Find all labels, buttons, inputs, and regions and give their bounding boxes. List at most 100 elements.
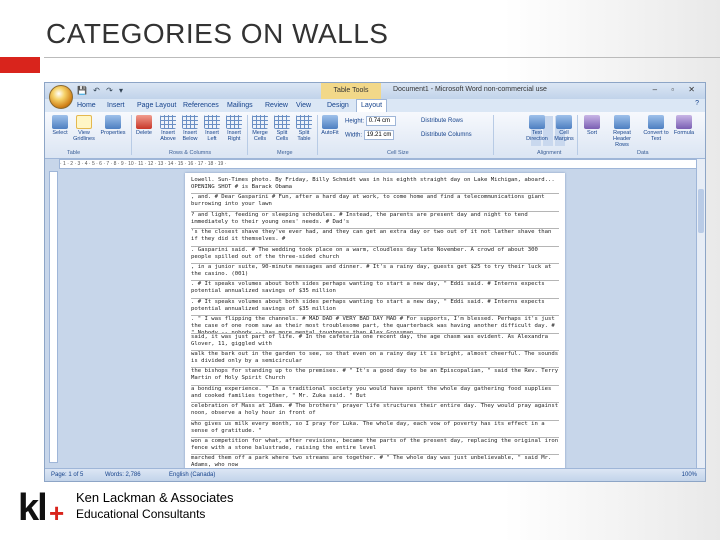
gridlines-icon xyxy=(76,115,92,129)
text-direction-icon xyxy=(529,115,545,129)
properties-icon xyxy=(105,115,121,129)
table-row[interactable]: 's the closest shave they've ever had, a… xyxy=(191,229,559,247)
split-cells-icon xyxy=(274,115,290,129)
table-row[interactable]: . # It speaks volumes about both sides p… xyxy=(191,299,559,317)
merge-cells-icon xyxy=(252,115,268,129)
company-tagline: Educational Consultants xyxy=(76,507,206,521)
window-controls[interactable]: ‒ ▫ ✕ xyxy=(653,85,701,94)
column-width-input[interactable]: 19.21 cm xyxy=(363,130,394,140)
zoom-level[interactable]: 100% xyxy=(682,469,697,481)
insert-right-icon xyxy=(226,115,242,129)
distribute-columns-button[interactable]: Distribute Columns xyxy=(421,132,472,138)
convert-to-text-button[interactable]: Convert to Text xyxy=(641,115,671,142)
table-tools-context-tab: Table Tools xyxy=(321,83,381,99)
status-bar: Page: 1 of 5 Words: 2,786 English (Canad… xyxy=(45,468,705,481)
formula-button[interactable]: Formula xyxy=(673,115,695,136)
merge-cells-button[interactable]: Merge Cells xyxy=(249,115,271,142)
cell-margins-button[interactable]: Cell Margins xyxy=(553,115,575,142)
convert-text-icon xyxy=(648,115,664,129)
group-label-merge: Merge xyxy=(277,150,293,156)
repeat-header-rows-button[interactable]: Repeat Header Rows xyxy=(607,115,637,148)
autofit-icon xyxy=(322,115,338,129)
tab-page-layout[interactable]: Page Layout xyxy=(137,100,176,112)
insert-below-icon xyxy=(182,115,198,129)
language-indicator[interactable]: English (Canada) xyxy=(169,469,215,481)
delete-button[interactable]: Delete xyxy=(133,115,155,136)
split-table-icon xyxy=(296,115,312,129)
table-row[interactable]: won a competition for what, after revisi… xyxy=(191,438,559,456)
table-row[interactable]: ? and light, feeding or sleeping schedul… xyxy=(191,212,559,230)
split-table-button[interactable]: Split Table xyxy=(293,115,315,142)
sort-icon xyxy=(584,115,600,129)
properties-button[interactable]: Properties xyxy=(99,115,127,136)
table-row[interactable]: . # It speaks volumes about both sides p… xyxy=(191,281,559,299)
group-label-data: Data xyxy=(637,150,649,156)
title-accent-bar xyxy=(0,57,40,73)
word-count[interactable]: Words: 2,786 xyxy=(105,469,141,481)
group-label-rows-columns: Rows & Columns xyxy=(169,150,212,156)
tab-references[interactable]: References xyxy=(183,100,219,112)
group-separator xyxy=(131,115,132,155)
ribbon-tabs: Home Insert Page Layout References Maili… xyxy=(45,99,705,113)
title-rule xyxy=(44,57,720,58)
tab-mailings[interactable]: Mailings xyxy=(227,100,253,112)
row-height-input[interactable]: 0.74 cm xyxy=(365,116,396,126)
table-row[interactable]: . " I was flipping the channels. # MAD D… xyxy=(191,316,559,334)
table-row[interactable]: Lowell. Sun-Times photo. By Friday, Bill… xyxy=(191,177,559,195)
table-row[interactable]: . Gasparini said. # The wedding took pla… xyxy=(191,247,559,264)
title-bar: 💾 ↶ ↷ ▾ Table Tools Document1 - Microsof… xyxy=(45,83,705,109)
group-separator xyxy=(317,115,318,155)
tab-home[interactable]: Home xyxy=(77,100,96,112)
group-label-table: Table xyxy=(67,150,81,156)
distribute-rows-button[interactable]: Distribute Rows xyxy=(421,118,463,124)
tab-design[interactable]: Design xyxy=(327,100,349,112)
sort-button[interactable]: Sort xyxy=(581,115,603,136)
group-separator xyxy=(577,115,578,155)
insert-below-button[interactable]: Insert Below xyxy=(179,115,201,142)
select-icon xyxy=(52,115,68,129)
slide-title: CATEGORIES ON WALLS xyxy=(46,18,389,49)
table-row[interactable]: the bishops for standing up to the premi… xyxy=(191,368,559,386)
insert-above-button[interactable]: Insert Above xyxy=(157,115,179,142)
tab-layout[interactable]: Layout xyxy=(356,99,388,113)
tab-review[interactable]: Review xyxy=(265,100,288,112)
ribbon: Select View Gridlines Properties Delete … xyxy=(45,112,705,159)
table-row[interactable]: , in a junior suite, 90-minute messages … xyxy=(191,264,559,282)
vertical-scrollbar[interactable] xyxy=(696,159,705,471)
text-direction-button[interactable]: Text Direction xyxy=(523,115,551,142)
quick-access-toolbar[interactable]: 💾 ↶ ↷ ▾ xyxy=(77,86,125,95)
logo-plus-mark: + xyxy=(49,498,65,528)
view-gridlines-button[interactable]: View Gridlines xyxy=(73,115,95,142)
insert-right-button[interactable]: Insert Right xyxy=(223,115,245,142)
company-name: Ken Lackman & Associates xyxy=(76,490,234,505)
group-label-alignment: Alignment xyxy=(537,150,562,156)
split-cells-button[interactable]: Split Cells xyxy=(271,115,293,142)
insert-left-button[interactable]: Insert Left xyxy=(201,115,223,142)
table-row[interactable]: celebration of Mass at 10am. # The broth… xyxy=(191,403,559,421)
table-row[interactable]: walk the bark out in the garden to see, … xyxy=(191,351,559,369)
insert-above-icon xyxy=(160,115,176,129)
group-separator xyxy=(493,115,494,155)
column-width-field[interactable]: Width: 19.21 cm xyxy=(345,130,394,140)
formula-icon xyxy=(676,115,692,129)
table-row[interactable]: a bonding experience. " In a traditional… xyxy=(191,386,559,404)
tab-insert[interactable]: Insert xyxy=(107,100,125,112)
company-logo: kl xyxy=(18,487,48,529)
autofit-button[interactable]: AutoFit xyxy=(319,115,341,136)
table-row[interactable]: said, it was just part of life. # In the… xyxy=(191,334,559,351)
table-row[interactable]: , and. # Dear Gasparini # Fun, after a h… xyxy=(191,194,559,212)
help-icon[interactable]: ? xyxy=(695,100,699,107)
delete-icon xyxy=(136,115,152,129)
table-row[interactable]: who gives us milk every month, so I pray… xyxy=(191,421,559,438)
group-separator xyxy=(247,115,248,155)
document-page[interactable]: Lowell. Sun-Times photo. By Friday, Bill… xyxy=(185,173,565,471)
office-button[interactable] xyxy=(49,85,73,109)
insert-left-icon xyxy=(204,115,220,129)
row-height-field[interactable]: Height: 0.74 cm xyxy=(345,116,396,126)
vertical-ruler[interactable] xyxy=(49,171,58,463)
horizontal-ruler[interactable]: · 1 · 2 · 3 · 4 · 5 · 6 · 7 · 8 · 9 · 10… xyxy=(59,159,697,169)
page-count[interactable]: Page: 1 of 5 xyxy=(51,469,83,481)
tab-view[interactable]: View xyxy=(296,100,311,112)
select-button[interactable]: Select xyxy=(49,115,71,136)
scroll-thumb[interactable] xyxy=(698,189,704,233)
